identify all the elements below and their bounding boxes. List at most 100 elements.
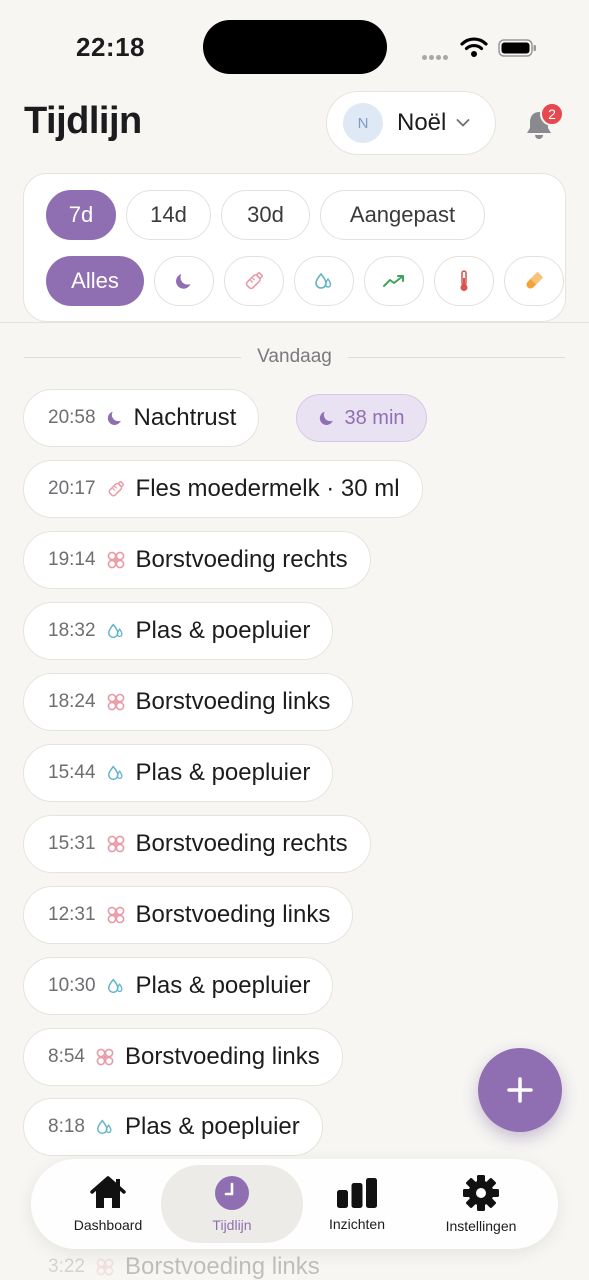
entry-time: 8:54 bbox=[48, 1046, 85, 1067]
range-14d-button[interactable]: 14d bbox=[126, 190, 211, 240]
signal-icon bbox=[422, 47, 450, 65]
thermometer-icon bbox=[460, 270, 468, 291]
chevron-down-icon bbox=[456, 119, 470, 127]
entry-time: 18:24 bbox=[48, 691, 96, 712]
breastfeeding-icon bbox=[107, 551, 124, 569]
entry-time: 15:44 bbox=[48, 762, 96, 783]
nav-label: Tijdlijn bbox=[212, 1217, 252, 1233]
avatar: N bbox=[343, 103, 383, 143]
timeline-entry[interactable]: 10:30 Plas & poepluier bbox=[23, 957, 334, 1015]
gear-icon bbox=[463, 1175, 499, 1211]
entry-time: 12:31 bbox=[48, 904, 96, 925]
drop-icon bbox=[107, 765, 123, 781]
category-filter: Alles bbox=[46, 256, 564, 306]
notification-badge: 2 bbox=[540, 102, 564, 126]
entry-time: 8:18 bbox=[48, 1116, 85, 1137]
breastfeeding-icon bbox=[107, 693, 124, 711]
timeline-entry[interactable]: 19:14 Borstvoeding rechts bbox=[23, 531, 371, 589]
timeline-entry[interactable]: 15:44 Plas & poepluier bbox=[23, 744, 334, 802]
drop-icon bbox=[96, 1119, 112, 1135]
timeline-entry[interactable]: 20:58 Nachtrust bbox=[23, 389, 260, 447]
date-separator: Vandaag bbox=[24, 346, 566, 368]
entry-label: Borstvoeding links bbox=[124, 1253, 320, 1280]
breastfeeding-icon bbox=[107, 906, 124, 924]
category-growth-button[interactable] bbox=[364, 256, 424, 306]
sleep-duration-chip[interactable]: 38 min bbox=[296, 394, 427, 442]
bar-chart-icon bbox=[337, 1178, 377, 1208]
entry-label: Plas & poepluier bbox=[124, 1113, 300, 1140]
nav-label: Instellingen bbox=[445, 1218, 517, 1234]
entry-label: Borstvoeding links bbox=[135, 901, 331, 928]
category-all-button[interactable]: Alles bbox=[46, 256, 144, 306]
drop-icon bbox=[107, 978, 123, 994]
entry-time: 18:32 bbox=[48, 620, 96, 641]
range-filter: 7d 14d 30d Aangepast bbox=[46, 190, 485, 240]
page-title: Tijdlijn bbox=[24, 100, 142, 142]
breastfeeding-icon bbox=[96, 1048, 114, 1066]
battery-icon bbox=[498, 39, 536, 57]
child-name: Noël bbox=[397, 109, 447, 136]
moon-icon bbox=[320, 411, 334, 425]
pill-icon bbox=[526, 271, 544, 289]
entry-label: Borstvoeding links bbox=[124, 1043, 320, 1070]
entry-time: 20:58 bbox=[48, 407, 96, 428]
add-entry-button[interactable] bbox=[478, 1048, 562, 1132]
filter-card: 7d 14d 30d Aangepast Alles bbox=[23, 173, 566, 322]
plus-icon bbox=[507, 1077, 533, 1103]
moon-icon bbox=[107, 411, 121, 425]
range-30d-button[interactable]: 30d bbox=[221, 190, 310, 240]
status-bar: 22:18 bbox=[0, 0, 589, 90]
timeline-entry[interactable]: 8:54 Borstvoeding links bbox=[23, 1028, 343, 1086]
entry-label: Borstvoeding rechts bbox=[135, 546, 348, 573]
date-label: Vandaag bbox=[257, 346, 332, 367]
trend-up-icon bbox=[383, 275, 404, 287]
timeline-entry[interactable]: 8:18 Plas & poepluier bbox=[23, 1098, 323, 1156]
entry-label: Plas & poepluier bbox=[135, 759, 311, 786]
dynamic-island bbox=[203, 20, 387, 74]
entry-time: 19:14 bbox=[48, 549, 96, 570]
timeline-entry[interactable]: 12:31 Borstvoeding links bbox=[23, 886, 354, 944]
status-time: 22:18 bbox=[76, 32, 145, 62]
bottom-nav: Dashboard Tijdlijn Inzichten Instellinge… bbox=[31, 1159, 558, 1249]
category-diaper-button[interactable] bbox=[294, 256, 354, 306]
drop-icon bbox=[107, 623, 123, 639]
timeline-entry[interactable]: 18:24 Borstvoeding links bbox=[23, 673, 354, 731]
sleep-duration: 38 min bbox=[344, 406, 405, 429]
nav-label: Inzichten bbox=[328, 1216, 386, 1232]
drop-icon bbox=[315, 272, 332, 289]
wifi-icon bbox=[460, 37, 488, 57]
category-sleep-button[interactable] bbox=[154, 256, 214, 306]
breastfeeding-icon bbox=[96, 1258, 114, 1276]
category-feeding-button[interactable] bbox=[224, 256, 284, 306]
moon-icon bbox=[176, 274, 191, 289]
nav-settings[interactable]: Instellingen bbox=[423, 1159, 539, 1249]
entry-time: 3:22 bbox=[48, 1256, 85, 1277]
clock-icon bbox=[215, 1176, 249, 1210]
entry-label: Fles moedermelk · 30 ml bbox=[135, 475, 400, 502]
entry-label: Borstvoeding rechts bbox=[135, 830, 348, 857]
bottle-icon bbox=[108, 480, 124, 497]
timeline-entry[interactable]: 20:17 Fles moedermelk · 30 ml bbox=[23, 460, 423, 518]
timeline-entry[interactable]: 18:32 Plas & poepluier bbox=[23, 602, 334, 660]
home-icon bbox=[90, 1176, 126, 1208]
entry-label: Borstvoeding links bbox=[135, 688, 331, 715]
entry-label: Plas & poepluier bbox=[135, 617, 311, 644]
child-switcher[interactable]: N Noël bbox=[326, 91, 496, 155]
entry-label: Nachtrust bbox=[133, 404, 237, 431]
category-medicine-button[interactable] bbox=[504, 256, 564, 306]
range-7d-button[interactable]: 7d bbox=[46, 190, 116, 240]
timeline-entry[interactable]: 15:31 Borstvoeding rechts bbox=[23, 815, 371, 873]
entry-label: Plas & poepluier bbox=[135, 972, 311, 999]
nav-insights[interactable]: Inzichten bbox=[299, 1159, 415, 1249]
nav-label: Dashboard bbox=[73, 1217, 143, 1233]
category-temperature-button[interactable] bbox=[434, 256, 494, 306]
nav-timeline[interactable]: Tijdlijn bbox=[161, 1165, 303, 1243]
nav-dashboard[interactable]: Dashboard bbox=[49, 1159, 167, 1249]
entry-time: 20:17 bbox=[48, 478, 96, 499]
entry-time: 15:31 bbox=[48, 833, 96, 854]
bottle-icon bbox=[245, 272, 263, 290]
header-divider bbox=[0, 322, 589, 323]
range-custom-button[interactable]: Aangepast bbox=[320, 190, 485, 240]
entry-time: 10:30 bbox=[48, 975, 96, 996]
breastfeeding-icon bbox=[107, 835, 124, 853]
